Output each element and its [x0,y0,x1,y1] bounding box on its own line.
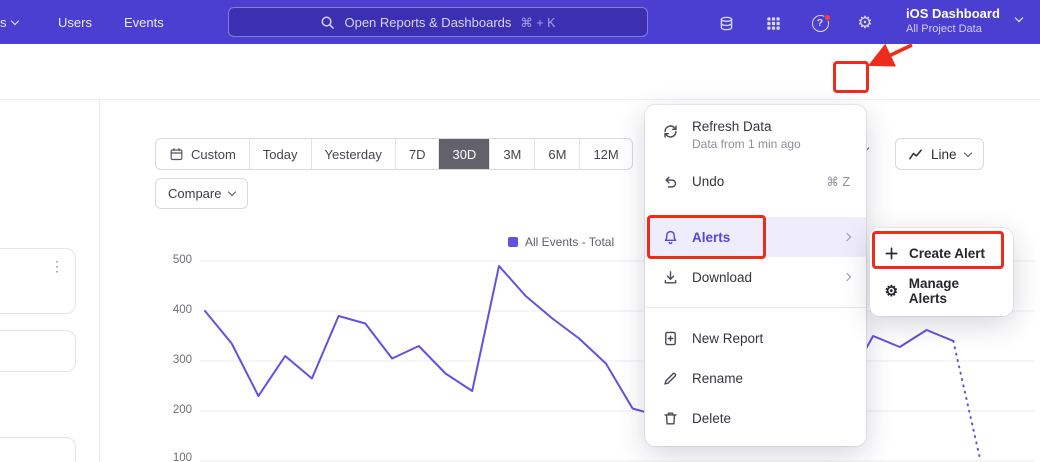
project-chevron-icon [1015,14,1023,22]
y-axis-tick: 300 [158,354,192,366]
data-icon[interactable] [716,13,736,33]
gear-icon[interactable]: ⚙ [855,13,875,33]
compare-button[interactable]: Compare [155,178,248,209]
nav-item-events[interactable]: Events [124,15,164,30]
menu-item-label: Undo [692,174,724,189]
y-axis-tick: 400 [158,304,192,316]
chevron-down-icon [10,17,18,25]
menu-item-refresh-data[interactable]: Refresh Data Data from 1 min ago [645,113,866,161]
nav-item-partial-label: s [0,15,7,30]
trash-icon [661,409,679,427]
chevron-down-icon [963,148,971,156]
plus-icon [884,246,899,261]
sidebar-card[interactable] [0,330,76,372]
chart-type-label: Line [931,147,957,162]
menu-item-alerts[interactable]: Alerts [645,217,866,257]
line-chart-icon [908,147,923,162]
chart-legend[interactable]: All Events - Total [508,235,614,249]
nav-item-partial[interactable]: s [0,15,18,30]
report-header [0,44,1040,100]
y-axis-tick: 500 [158,254,192,266]
gear-icon: ⚙ [884,282,899,300]
chevron-right-icon [843,273,851,281]
date-range-control: Custom Today Yesterday 7D 30D 3M 6M 12M [155,138,633,170]
chart-line-dashed [953,341,980,459]
chart-type-button[interactable]: Line [895,138,984,170]
calendar-icon [169,147,184,162]
menu-item-new-report[interactable]: New Report [645,318,866,358]
download-icon [661,268,679,286]
menu-item-label: Delete [692,411,731,426]
project-title: iOS Dashboard [906,6,1010,21]
range-custom[interactable]: Custom [156,139,250,169]
menu-item-sublabel: Data from 1 min ago [692,137,801,151]
context-menu: Refresh Data Data from 1 min ago Undo ⌘ … [645,105,866,446]
compare-label: Compare [168,186,221,201]
y-axis-tick: 200 [158,404,192,416]
sidebar-card[interactable] [0,248,76,314]
top-nav: s Users Events Open Reports & Dashboards… [0,0,1040,44]
new-report-icon [661,329,679,347]
help-icon[interactable]: ? [810,13,830,33]
range-3m[interactable]: 3M [490,139,535,169]
menu-item-delete[interactable]: Delete [645,398,866,438]
menu-item-label: Alerts [692,230,730,245]
chevron-right-icon [843,233,851,241]
menu-item-undo[interactable]: Undo ⌘ Z [645,161,866,201]
menu-item-download[interactable]: Download [645,257,866,297]
submenu-item-create-alert[interactable]: Create Alert [870,234,1013,272]
project-subtitle: All Project Data [906,23,1010,35]
range-yesterday[interactable]: Yesterday [312,139,396,169]
search-shortcut: ⌘ + K [520,15,555,30]
sidebar-card[interactable] [0,437,76,462]
menu-item-label: New Report [692,331,763,346]
menu-divider [645,307,866,308]
search-label: Open Reports & Dashboards [344,15,511,30]
notification-dot [824,14,831,21]
range-30d-selected[interactable]: 30D [439,139,490,169]
card-menu-icon[interactable]: ⋮ [50,258,64,275]
menu-item-label: Rename [692,371,743,386]
menu-item-label: Download [692,270,752,285]
legend-swatch [508,237,518,247]
apps-grid-icon[interactable] [763,13,783,33]
project-selector[interactable]: iOS Dashboard All Project Data [906,6,1010,35]
submenu-item-manage-alerts[interactable]: ⚙ Manage Alerts [870,272,1013,310]
undo-icon [661,172,679,190]
app-window: s Users Events Open Reports & Dashboards… [0,0,1040,462]
menu-item-rename[interactable]: Rename [645,358,866,398]
alerts-submenu: Create Alert ⚙ Manage Alerts [870,228,1013,316]
range-label: Custom [191,147,236,162]
menu-item-label: Refresh Data [692,119,801,134]
menu-shortcut: ⌘ Z [826,174,850,189]
search-icon [320,15,335,30]
range-12m[interactable]: 12M [580,139,631,169]
range-7d[interactable]: 7D [396,139,440,169]
submenu-item-label: Manage Alerts [909,276,999,306]
range-6m[interactable]: 6M [535,139,580,169]
bell-icon [661,228,679,246]
submenu-item-label: Create Alert [909,246,985,261]
help-circle: ? [812,15,829,32]
global-search[interactable]: Open Reports & Dashboards ⌘ + K [228,7,648,37]
chevron-down-icon [228,188,236,196]
refresh-icon [661,122,679,140]
range-today[interactable]: Today [250,139,312,169]
legend-label: All Events - Total [525,235,614,249]
pencil-icon [661,369,679,387]
nav-item-users[interactable]: Users [58,15,92,30]
y-axis-tick: 100 [158,452,192,462]
